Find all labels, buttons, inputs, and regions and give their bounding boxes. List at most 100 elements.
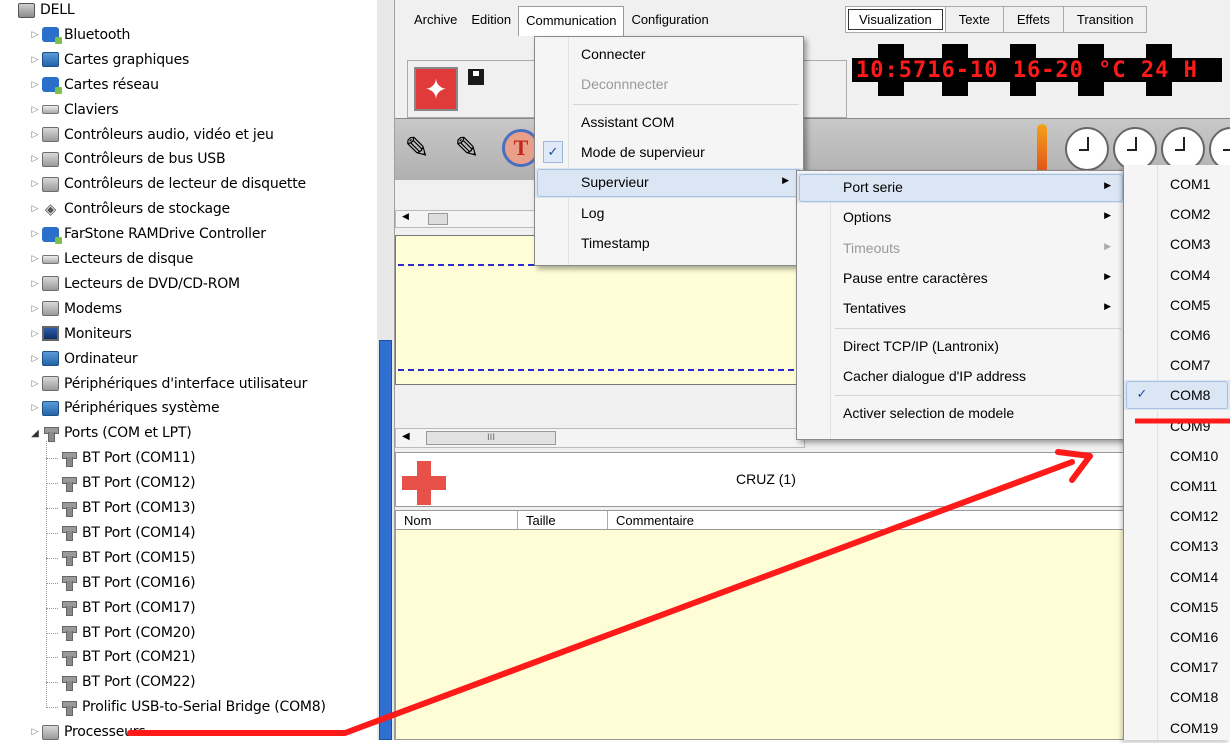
tree-category[interactable]: ▷ Ordinateur: [30, 347, 138, 371]
com-port-item-com7[interactable]: COM7: [1124, 350, 1230, 380]
com-port-item-com9[interactable]: COM9: [1124, 411, 1230, 441]
save-icon[interactable]: [468, 69, 484, 85]
thermometer-icon[interactable]: [1037, 124, 1047, 174]
expand-icon[interactable]: ▷: [30, 254, 40, 264]
scrollbar-thumb[interactable]: [428, 213, 448, 225]
edit-pencil-icon-2[interactable]: ✎: [447, 129, 487, 169]
expand-icon[interactable]: ▷: [30, 379, 40, 389]
scrollbar-thumb[interactable]: III: [426, 431, 556, 445]
com-port-item-com11[interactable]: COM11: [1124, 471, 1230, 501]
submenu-item-options[interactable]: Options ▶: [797, 203, 1125, 233]
expand-icon[interactable]: ▷: [30, 403, 40, 413]
tab-effets[interactable]: Effets: [1003, 6, 1064, 33]
com-port-item-com6[interactable]: COM6: [1124, 320, 1230, 350]
tree-category[interactable]: ▷ Bluetooth: [30, 23, 130, 47]
submenu-item-cacher-dialogue-d-ip-address[interactable]: Cacher dialogue d'IP address: [797, 362, 1125, 392]
tree-port-item[interactable]: BT Port (COM20): [60, 621, 196, 645]
expand-icon[interactable]: ▷: [30, 30, 40, 40]
com-port-item-com18[interactable]: COM18: [1124, 682, 1230, 712]
menu-configuration[interactable]: Configuration: [624, 6, 715, 36]
com-port-item-com2[interactable]: COM2: [1124, 199, 1230, 229]
column-header-nom[interactable]: Nom: [396, 511, 518, 529]
expand-icon[interactable]: ▷: [30, 354, 40, 364]
submenu-item-port-serie[interactable]: Port serie ▶: [797, 173, 1125, 203]
tree-port-item[interactable]: BT Port (COM14): [60, 521, 196, 545]
tab-transition[interactable]: Transition: [1063, 6, 1148, 33]
menu-item-mode-de-supervieur[interactable]: ✓ Mode de supervieur: [535, 138, 803, 168]
tab-visualization[interactable]: Visualization: [845, 6, 946, 33]
expand-icon[interactable]: ▷: [30, 204, 40, 214]
com-port-item-com16[interactable]: COM16: [1124, 622, 1230, 652]
tree-port-item[interactable]: BT Port (COM11): [60, 446, 196, 470]
expand-icon[interactable]: ▷: [30, 279, 40, 289]
tree-port-item[interactable]: BT Port (COM15): [60, 546, 196, 570]
expand-icon[interactable]: ▷: [30, 727, 40, 737]
com-port-item-com14[interactable]: COM14: [1124, 562, 1230, 592]
com-port-item-com15[interactable]: COM15: [1124, 592, 1230, 622]
menu-item-log[interactable]: Log: [535, 199, 803, 229]
expand-icon[interactable]: ▷: [30, 105, 40, 115]
tree-category[interactable]: ▷ Périphériques d'interface utilisateur: [30, 372, 308, 396]
submenu-item-direct-tcp-ip-lantronix[interactable]: Direct TCP/IP (Lantronix): [797, 332, 1125, 362]
tab-texte[interactable]: Texte: [945, 6, 1004, 33]
scroll-left-icon[interactable]: ◀: [402, 431, 410, 442]
expand-icon[interactable]: ▷: [30, 179, 40, 189]
tree-port-item[interactable]: BT Port (COM22): [60, 670, 196, 694]
tree-category[interactable]: ▷ Cartes réseau: [30, 73, 159, 97]
tree-port-item[interactable]: BT Port (COM16): [60, 571, 196, 595]
com-port-item-com8[interactable]: ✓ COM8: [1124, 380, 1230, 411]
submenu-item-pause-entre-caracteres[interactable]: Pause entre caractères ▶: [797, 264, 1125, 294]
tree-category[interactable]: ▷ Modems: [30, 297, 123, 321]
tree-category[interactable]: ▷ FarStone RAMDrive Controller: [30, 222, 266, 246]
menu-communication[interactable]: Communication: [518, 6, 625, 36]
tree-port-item[interactable]: BT Port (COM17): [60, 596, 196, 620]
com-port-item-com17[interactable]: COM17: [1124, 652, 1230, 682]
expand-icon[interactable]: ▷: [30, 304, 40, 314]
column-header-taille[interactable]: Taille: [518, 511, 608, 529]
expand-icon[interactable]: ▷: [30, 154, 40, 164]
vertical-scrollbar[interactable]: [377, 0, 395, 740]
com-port-item-com5[interactable]: COM5: [1124, 290, 1230, 320]
menu-item-supervieur[interactable]: Supervieur ▶: [535, 168, 803, 199]
tree-category[interactable]: ▷ Contrôleurs de lecteur de disquette: [30, 172, 307, 196]
tree-port-item[interactable]: Prolific USB-to-Serial Bridge (COM8): [60, 695, 326, 719]
grid-body[interactable]: [395, 530, 1155, 740]
com-port-item-com12[interactable]: COM12: [1124, 501, 1230, 531]
expand-icon[interactable]: ▷: [30, 229, 40, 239]
tree-category[interactable]: ▷ Contrôleurs de bus USB: [30, 147, 226, 171]
tree-port-item[interactable]: BT Port (COM12): [60, 471, 196, 495]
collapse-icon[interactable]: ◢: [30, 428, 40, 439]
submenu-item-activer-selection-de-modele[interactable]: Activer selection de modele: [797, 399, 1125, 429]
scroll-left-icon[interactable]: ◀: [402, 212, 409, 222]
tree-port-item[interactable]: BT Port (COM13): [60, 496, 196, 520]
tree-category[interactable]: ▷ Contrôleurs audio, vidéo et jeu: [30, 123, 274, 147]
tree-category[interactable]: ▷ Moniteurs: [30, 322, 132, 346]
app-logo-icon[interactable]: ✦: [414, 67, 458, 111]
expand-icon[interactable]: ▷: [30, 130, 40, 140]
scrollbar-thumb[interactable]: [379, 340, 392, 740]
submenu-item-tentatives[interactable]: Tentatives ▶: [797, 294, 1125, 324]
menu-item-connecter[interactable]: Connecter: [535, 40, 803, 70]
com-port-item-com13[interactable]: COM13: [1124, 531, 1230, 561]
tree-category[interactable]: ▷ Lecteurs de disque: [30, 247, 194, 271]
tree-category[interactable]: ▷ Cartes graphiques: [30, 48, 190, 72]
add-cross-icon[interactable]: [402, 461, 446, 505]
horizontal-scrollbar[interactable]: ◀: [395, 210, 555, 228]
expand-icon[interactable]: ▷: [30, 80, 40, 90]
tree-root[interactable]: DELL: [18, 0, 75, 22]
tree-category-ports[interactable]: ◢ Ports (COM et LPT): [30, 421, 192, 445]
menu-item-timestamp[interactable]: Timestamp: [535, 229, 803, 259]
tree-category[interactable]: ▷ Périphériques système: [30, 396, 220, 420]
tree-category[interactable]: ▷ ◈ Contrôleurs de stockage: [30, 197, 231, 221]
tree-port-item[interactable]: BT Port (COM21): [60, 645, 196, 669]
com-port-item-com3[interactable]: COM3: [1124, 229, 1230, 259]
menu-archive[interactable]: Archive: [407, 6, 464, 36]
menu-item-assistant-com[interactable]: Assistant COM: [535, 108, 803, 138]
expand-icon[interactable]: ▷: [30, 329, 40, 339]
clock-icon[interactable]: [1065, 127, 1109, 171]
tree-category[interactable]: ▷ Claviers: [30, 98, 119, 122]
com-port-item-com19[interactable]: COM19: [1124, 713, 1230, 743]
com-port-item-com1[interactable]: COM1: [1124, 169, 1230, 199]
expand-icon[interactable]: ▷: [30, 55, 40, 65]
tree-category[interactable]: ▷ Lecteurs de DVD/CD-ROM: [30, 272, 241, 296]
